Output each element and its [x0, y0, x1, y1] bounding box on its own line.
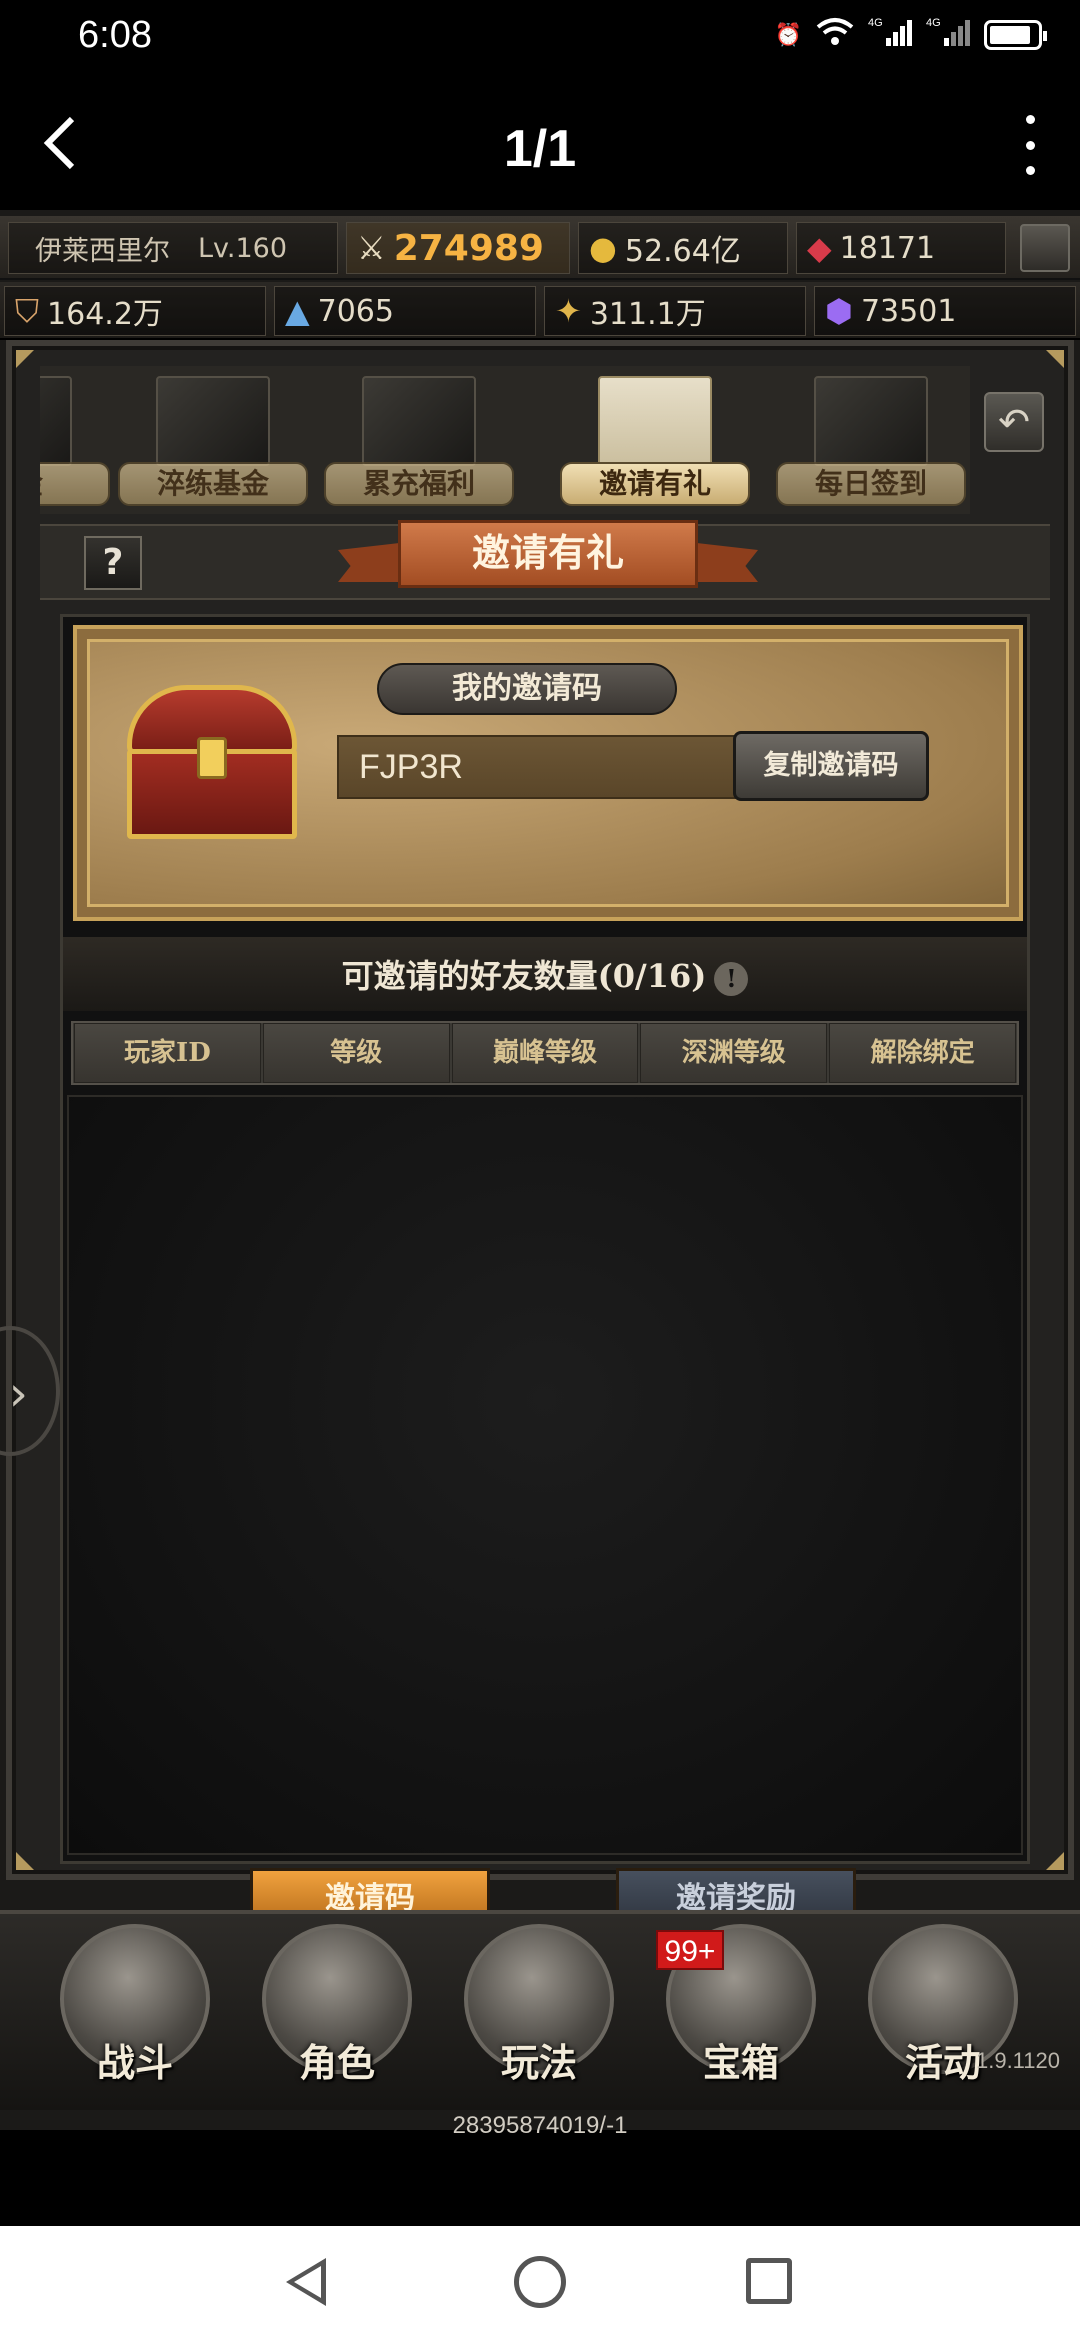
friend-table-header: 玩家ID 等级 巅峰等级 深渊等级 解除绑定 — [71, 1021, 1019, 1085]
wifi-icon — [816, 17, 854, 53]
notification-badge: 99+ — [656, 1930, 724, 1970]
system-home-icon[interactable] — [514, 2256, 566, 2308]
server-id-label: 28395874019/-1 — [452, 2112, 628, 2139]
game-bottom-nav: 战斗 角色 玩法 宝箱 99+ 活动 1.9.1120 — [0, 1910, 1080, 2110]
version-label: 1.9.1120 — [975, 2048, 1060, 2073]
friend-count-bar: 可邀请的好友数量(0/16)! — [63, 937, 1027, 1011]
corner-ornament — [1046, 350, 1064, 368]
system-nav-bar — [0, 2226, 1080, 2340]
resource-bar-bottom: ⛉ 164.2万 ▲ 7065 ✦ 311.1万 ⬢ 73501 — [0, 282, 1080, 340]
gold-counter[interactable]: ● 52.64亿 — [578, 222, 788, 274]
resource-2: ▲ 7065 — [274, 286, 536, 336]
invite-content: 我的邀请码 FJP3R 复制邀请码 可邀请的好友数量(0/16)! 玩家ID 等… — [60, 614, 1030, 1864]
return-arrow-icon: ↶ — [998, 400, 1030, 444]
book-icon — [362, 376, 476, 466]
page-counter: 1/1 — [503, 120, 577, 178]
corner-ornament — [1046, 1852, 1064, 1870]
friend-count-text: 可邀请的好友数量(0/16) — [341, 957, 707, 995]
invite-code-card: 我的邀请码 FJP3R 复制邀请码 — [73, 625, 1023, 921]
system-recents-icon[interactable] — [746, 2258, 792, 2304]
tab-refine-fund[interactable]: 淬练基金 — [118, 376, 308, 506]
player-name: 伊莱西里尔 — [35, 235, 170, 267]
battery-icon — [984, 20, 1047, 50]
column-player-id: 玩家ID — [74, 1023, 261, 1083]
open-book-icon — [598, 376, 712, 466]
gem-icon: ◆ — [807, 229, 832, 267]
status-bar: 6:08 ⏰ 4G 4G — [0, 0, 1080, 75]
gold-coin-icon: ● — [589, 229, 617, 267]
nav-gameplay[interactable]: 玩法 — [454, 1924, 624, 2094]
resource-1: ⛉ 164.2万 — [4, 286, 266, 336]
help-button[interactable]: ? — [84, 536, 142, 590]
column-unbind: 解除绑定 — [829, 1023, 1016, 1083]
shield-icon: ⛉ — [15, 291, 40, 330]
column-abyss-level: 深渊等级 — [640, 1023, 828, 1083]
my-invite-code-label: 我的邀请码 — [377, 663, 677, 715]
purple-gem-icon: ⬢ — [825, 292, 853, 330]
corner-ornament — [16, 1852, 34, 1870]
chevron-right-icon: › — [8, 1366, 28, 1422]
crossed-swords-icon: ⚔ — [357, 229, 386, 267]
resource-bar-top: 伊莱西里尔 Lv.160 ⚔ 274989 ● 52.64亿 ◆ 18171 — [0, 216, 1080, 280]
tab-recharge-rewards[interactable]: 累充福利 — [324, 376, 514, 506]
corner-ornament — [16, 350, 34, 368]
game-view: 伊莱西里尔 Lv.160 ⚔ 274989 ● 52.64亿 ◆ 18171 ⛉… — [0, 210, 1080, 2139]
title-ribbon: 邀请有礼 — [338, 520, 758, 600]
settings-button[interactable] — [1020, 224, 1070, 272]
invite-code-field: FJP3R — [337, 735, 757, 799]
friend-list[interactable] — [67, 1095, 1023, 1855]
alarm-icon: ⏰ — [774, 22, 802, 48]
column-peak-level: 巅峰等级 — [451, 1023, 639, 1083]
svg-text:4G: 4G — [926, 17, 941, 29]
info-icon[interactable]: ! — [714, 961, 749, 996]
return-button[interactable]: ↶ — [984, 392, 1044, 452]
book-icon — [814, 376, 928, 466]
section-title-bar: ? 邀请有礼 — [40, 520, 1050, 600]
book-icon — [40, 376, 72, 466]
resource-4: ⬢ 73501 — [814, 286, 1076, 336]
signal-2-icon: 4G — [926, 16, 970, 54]
nav-chest[interactable]: 宝箱 99+ — [656, 1924, 826, 2094]
column-level: 等级 — [262, 1023, 450, 1083]
resource-3: ✦ 311.1万 — [544, 286, 806, 336]
more-options-button[interactable] — [1020, 115, 1040, 175]
gem-counter[interactable]: ◆ 18171 — [796, 222, 1006, 274]
nav-character[interactable]: 角色 — [252, 1924, 422, 2094]
tab-fund[interactable]: 基金 — [40, 376, 110, 506]
nav-battle[interactable]: 战斗 — [50, 1924, 220, 2094]
system-back-icon[interactable] — [286, 2258, 326, 2306]
tab-invite-gifts[interactable]: 邀请有礼 — [560, 376, 750, 506]
app-bar: 1/1 — [0, 75, 1080, 210]
copy-invite-code-button[interactable]: 复制邀请码 — [733, 731, 929, 801]
book-icon — [156, 376, 270, 466]
status-time: 6:08 — [78, 14, 152, 56]
activity-tabs: 基金 淬练基金 累充福利 邀请有礼 每日签到 — [40, 366, 970, 514]
player-info[interactable]: 伊莱西里尔 Lv.160 — [8, 222, 338, 274]
crystal-icon: ▲ — [285, 292, 310, 330]
star-emblem-icon: ✦ — [555, 292, 582, 330]
section-title: 邀请有礼 — [398, 520, 698, 588]
svg-text:4G: 4G — [868, 17, 883, 29]
tab-daily-checkin[interactable]: 每日签到 — [776, 376, 966, 506]
signal-1-icon: 4G — [868, 16, 912, 54]
treasure-chest-icon — [117, 679, 307, 849]
combat-power: ⚔ 274989 — [346, 222, 570, 274]
main-panel: 基金 淬练基金 累充福利 邀请有礼 每日签到 ↶ ? — [6, 340, 1074, 1930]
status-icons: ⏰ 4G 4G — [774, 16, 1047, 54]
player-level: Lv.160 — [198, 232, 288, 264]
